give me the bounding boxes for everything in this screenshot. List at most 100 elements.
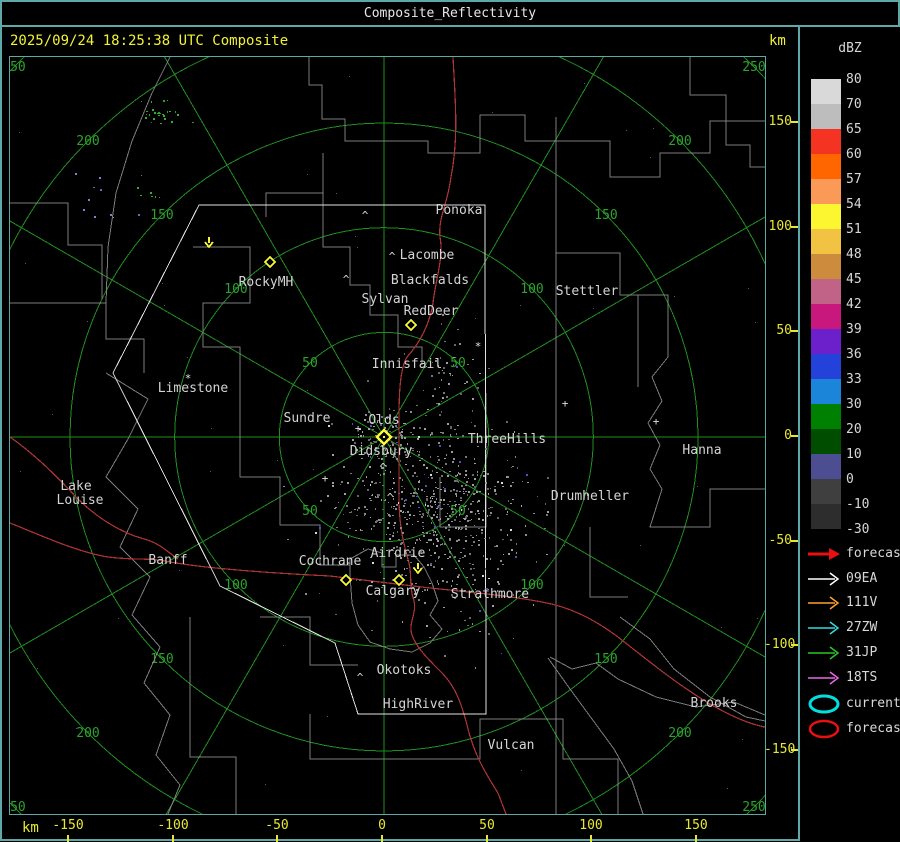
forecast-arrow-icon (808, 548, 840, 560)
ring-distance-label: 200 (668, 134, 691, 149)
27ZW-arrow-icon (808, 621, 840, 635)
city-label: HighRiver (383, 697, 454, 712)
city-label: RedDeer (404, 304, 459, 319)
colorbar-value-label: 80 (846, 72, 862, 87)
city-label: Ponoka (436, 203, 483, 218)
ring-distance-label: 200 (76, 134, 99, 149)
legend-label: forecast (846, 546, 900, 561)
colorbar-swatch (811, 279, 841, 304)
colorbar-swatch (811, 379, 841, 404)
ring-distance-label: 150 (150, 652, 173, 667)
colorbar-swatch (811, 479, 841, 504)
city-label: Vulcan (488, 738, 535, 753)
azimuth-line (383, 57, 604, 438)
point-marker: * (185, 372, 192, 385)
colorbar-swatch (811, 129, 841, 154)
31JP-arrow-icon (808, 646, 840, 660)
window-title: Composite_Reflectivity (363, 6, 537, 21)
colorbar-swatch (811, 204, 841, 229)
right-axis-tick-label: 0 (784, 428, 792, 443)
colorbar-swatch (811, 329, 841, 354)
county-boundary (189, 617, 237, 814)
colorbar-swatch (811, 154, 841, 179)
county-boundary (10, 302, 145, 373)
city-label: Sylvan (362, 292, 409, 307)
ring-distance-label: 200 (76, 726, 99, 741)
legend-row-31JP: 31JP (806, 641, 900, 665)
bottom-axis-tick-label: -50 (265, 818, 289, 833)
colorbar-value-label: -30 (846, 522, 870, 537)
timestamp-label: 2025/09/24 18:25:38 UTC Composite (10, 33, 289, 49)
azimuth-line (10, 220, 385, 438)
right-axis-tick (791, 330, 798, 332)
ring-distance-label: 250 (742, 60, 765, 75)
city-label: Strathmore (451, 587, 529, 602)
point-marker: + (355, 422, 362, 435)
colorbar-value-label: 48 (846, 247, 862, 262)
point-marker: + (562, 397, 569, 410)
colorbar-value-label: 51 (846, 222, 862, 237)
point-marker: + (653, 415, 660, 428)
ring-distance-label: 200 (668, 726, 691, 741)
county-boundary (547, 657, 644, 814)
county-boundary (309, 714, 619, 814)
legend-label: 27ZW (846, 620, 878, 635)
county-boundary (308, 57, 556, 154)
forecast-ellipse-icon (808, 719, 840, 739)
city-label: Calgary (366, 584, 421, 599)
legend-row-27ZW: 27ZW (806, 616, 900, 640)
legend-row-forecast-ellipse: forecast (806, 717, 900, 741)
colorbar-swatch (811, 404, 841, 429)
radar-map-display[interactable]: 50 50 50 50 100 100 100 100 150 150 150 150 200 200 20… (9, 56, 766, 815)
county-boundary (649, 488, 765, 528)
city-label: Brooks (691, 696, 738, 711)
city-label: Lake (60, 479, 91, 494)
point-marker: ^ (362, 209, 369, 222)
bottom-axis-tick-label: 100 (579, 818, 603, 833)
bottom-axis-unit-label: km (22, 820, 39, 836)
legend-row-forecast: forecast (806, 542, 900, 566)
legend-label: current (846, 696, 900, 711)
bottom-axis-tick-label: 50 (479, 818, 495, 833)
ring-distance-label: 250 (10, 60, 26, 75)
legend-label: 18TS (846, 670, 878, 685)
right-axis-tick (791, 435, 798, 437)
right-axis-tick-label: 50 (776, 323, 792, 338)
colorbar-value-label: 70 (846, 97, 862, 112)
colorbar-value-label: 10 (846, 447, 862, 462)
city-label: Drumheller (551, 489, 629, 504)
window-titlebar[interactable]: Composite_Reflectivity (2, 2, 898, 27)
ring-distance-label: 50 (450, 356, 466, 371)
ring-distance-label: 250 (742, 800, 765, 814)
111V-arrow-icon (808, 596, 840, 610)
colorbar-swatch (811, 354, 841, 379)
app-window: Composite_Reflectivity 2025/09/24 18:25:… (0, 0, 900, 842)
city-label: RockyMH (239, 275, 294, 290)
point-marker: ^ (387, 491, 394, 504)
county-boundary (105, 372, 181, 814)
right-axis-tick (791, 540, 798, 542)
point-marker: ^ (380, 461, 387, 474)
colorbar-unit-label: dBZ (838, 41, 862, 56)
point-marker: ^ (389, 250, 396, 263)
colorbar-value-label: 0 (846, 472, 854, 487)
current-ellipse-icon (808, 694, 840, 714)
right-axis-tick (791, 749, 798, 751)
right-axis-tick-label: -50 (768, 533, 792, 548)
right-axis-tick (791, 644, 798, 646)
right-axis-tick-label: -150 (764, 742, 796, 757)
colorbar-value-label: 54 (846, 197, 862, 212)
colorbar-value-label: 30 (846, 397, 862, 412)
ring-distance-label: 50 (302, 504, 318, 519)
storm-cell-marker (404, 318, 418, 332)
motion-arrow-marker (413, 563, 423, 575)
colorbar-swatch (811, 229, 841, 254)
bottom-axis-tick-label: 0 (378, 818, 386, 833)
colorbar-swatch (811, 304, 841, 329)
city-label: Okotoks (377, 663, 432, 678)
point-marker: ^ (343, 273, 350, 286)
colorbar-value-label: 65 (846, 122, 862, 137)
city-label: Sundre (284, 411, 331, 426)
ring-distance-label: 150 (150, 208, 173, 223)
city-label: Blackfalds (391, 273, 469, 288)
